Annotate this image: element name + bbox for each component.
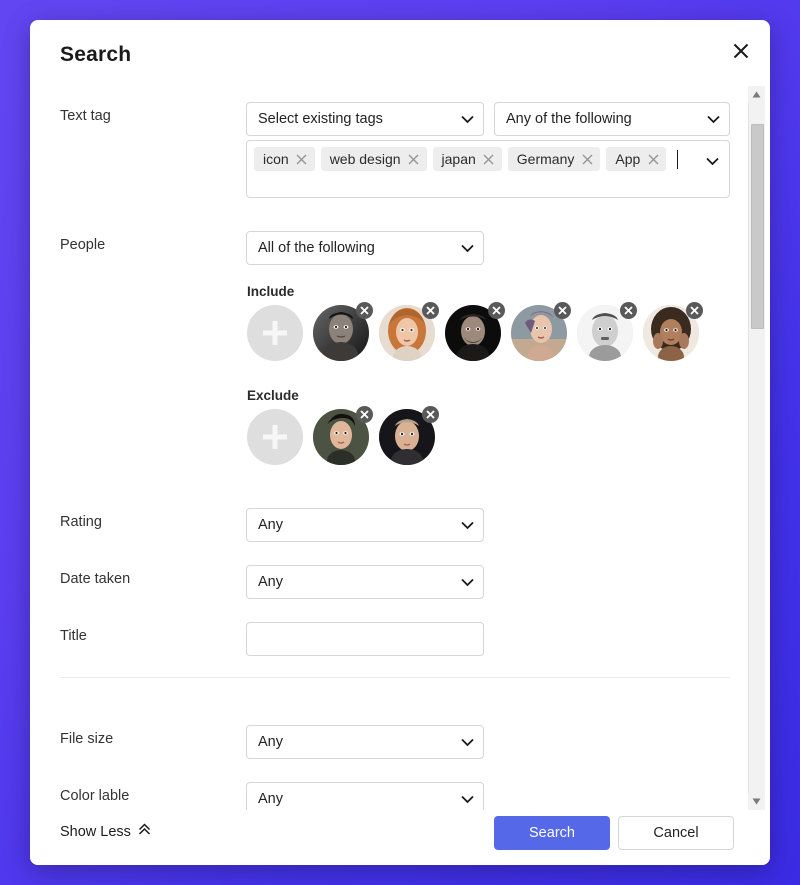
people-label: People bbox=[60, 237, 106, 253]
tag-chip[interactable]: japan bbox=[432, 147, 502, 171]
include-label: Include bbox=[247, 284, 295, 299]
color-lable-label: Color lable bbox=[60, 788, 130, 804]
dialog-body: Text tag Select existing tags Any of the… bbox=[30, 86, 770, 816]
scroll-down-button[interactable] bbox=[748, 793, 765, 810]
cancel-button[interactable]: Cancel bbox=[618, 816, 734, 850]
select-people-match-mode-value: All of the following bbox=[258, 240, 375, 256]
remove-tag-icon[interactable] bbox=[483, 153, 495, 165]
include-people-row bbox=[247, 302, 703, 361]
tag-chip[interactable]: Germany bbox=[507, 147, 601, 171]
text-cursor bbox=[677, 149, 679, 169]
tag-chip-label: web design bbox=[329, 151, 401, 167]
chevron-down-icon bbox=[460, 735, 474, 749]
title-label: Title bbox=[60, 628, 87, 644]
close-icon[interactable] bbox=[724, 34, 758, 68]
scroll-up-button[interactable] bbox=[748, 86, 765, 103]
remove-person-icon[interactable] bbox=[488, 302, 505, 319]
remove-tag-icon[interactable] bbox=[647, 153, 659, 165]
include-person[interactable] bbox=[511, 302, 571, 361]
field-rating: Rating Any bbox=[30, 508, 740, 548]
remove-person-icon[interactable] bbox=[686, 302, 703, 319]
text-tag-label: Text tag bbox=[60, 108, 111, 124]
remove-person-icon[interactable] bbox=[620, 302, 637, 319]
rating-label: Rating bbox=[60, 514, 102, 530]
page-title: Search bbox=[60, 43, 132, 66]
search-dialog: Search Text tag Select existing tags Any… bbox=[30, 20, 770, 865]
scrollbar-track[interactable] bbox=[748, 103, 765, 793]
chevron-double-up-icon bbox=[138, 823, 151, 840]
section-divider bbox=[60, 677, 730, 678]
remove-person-icon[interactable] bbox=[422, 302, 439, 319]
chevron-down-icon bbox=[460, 112, 474, 126]
tag-chip-label: App bbox=[615, 151, 641, 167]
field-title: Title bbox=[30, 622, 740, 662]
scrollbar-thumb[interactable] bbox=[751, 124, 764, 329]
tag-input-box[interactable]: icon web design japan Germany App bbox=[246, 140, 730, 198]
search-button[interactable]: Search bbox=[494, 816, 610, 850]
chevron-down-icon[interactable] bbox=[705, 154, 719, 168]
tag-chip-label: icon bbox=[263, 151, 289, 167]
include-person[interactable] bbox=[313, 302, 373, 361]
file-size-label: File size bbox=[60, 731, 114, 747]
chevron-down-icon bbox=[706, 112, 720, 126]
add-include-person-button[interactable] bbox=[247, 305, 303, 361]
field-date-taken: Date taken Any bbox=[30, 565, 740, 605]
tag-chip-label: japan bbox=[441, 151, 476, 167]
select-file-size[interactable]: Any bbox=[246, 725, 484, 759]
tag-chip-label: Germany bbox=[516, 151, 575, 167]
tag-chip[interactable]: icon bbox=[254, 147, 315, 171]
field-people: People All of the following Include Excl… bbox=[30, 231, 740, 481]
remove-person-icon[interactable] bbox=[356, 302, 373, 319]
field-text-tag: Text tag Select existing tags Any of the… bbox=[30, 102, 740, 212]
show-less-label: Show Less bbox=[60, 823, 131, 840]
date-taken-label: Date taken bbox=[60, 571, 131, 587]
scrollbar[interactable] bbox=[748, 86, 765, 810]
select-rating[interactable]: Any bbox=[246, 508, 484, 542]
include-person[interactable] bbox=[445, 302, 505, 361]
include-person[interactable] bbox=[577, 302, 637, 361]
select-date-taken[interactable]: Any bbox=[246, 565, 484, 599]
chevron-down-icon bbox=[460, 792, 474, 806]
include-person[interactable] bbox=[379, 302, 439, 361]
chevron-down-icon bbox=[460, 518, 474, 532]
select-existing-tags[interactable]: Select existing tags bbox=[246, 102, 484, 136]
remove-person-icon[interactable] bbox=[554, 302, 571, 319]
exclude-people-row bbox=[247, 406, 439, 465]
chevron-down-icon bbox=[460, 575, 474, 589]
remove-person-icon[interactable] bbox=[356, 406, 373, 423]
tag-chip[interactable]: App bbox=[606, 147, 667, 171]
select-color-lable-value: Any bbox=[258, 791, 283, 807]
select-tag-match-mode-value: Any of the following bbox=[506, 111, 632, 127]
dialog-footer: Show Less Search Cancel bbox=[30, 810, 770, 865]
include-person[interactable] bbox=[643, 302, 703, 361]
select-rating-value: Any bbox=[258, 517, 283, 533]
field-file-size: File size Any bbox=[30, 725, 740, 765]
search-form: Text tag Select existing tags Any of the… bbox=[30, 86, 740, 816]
exclude-label: Exclude bbox=[247, 388, 299, 403]
remove-person-icon[interactable] bbox=[422, 406, 439, 423]
chevron-down-icon bbox=[460, 241, 474, 255]
show-less-toggle[interactable]: Show Less bbox=[60, 823, 151, 840]
tag-chip[interactable]: web design bbox=[320, 147, 427, 171]
select-file-size-value: Any bbox=[258, 734, 283, 750]
title-input[interactable] bbox=[246, 622, 484, 656]
remove-tag-icon[interactable] bbox=[408, 153, 420, 165]
remove-tag-icon[interactable] bbox=[296, 153, 308, 165]
select-date-taken-value: Any bbox=[258, 574, 283, 590]
select-people-match-mode[interactable]: All of the following bbox=[246, 231, 484, 265]
remove-tag-icon[interactable] bbox=[581, 153, 593, 165]
exclude-person[interactable] bbox=[379, 406, 439, 465]
select-tag-match-mode[interactable]: Any of the following bbox=[494, 102, 730, 136]
add-exclude-person-button[interactable] bbox=[247, 409, 303, 465]
select-existing-tags-value: Select existing tags bbox=[258, 111, 383, 127]
exclude-person[interactable] bbox=[313, 406, 373, 465]
